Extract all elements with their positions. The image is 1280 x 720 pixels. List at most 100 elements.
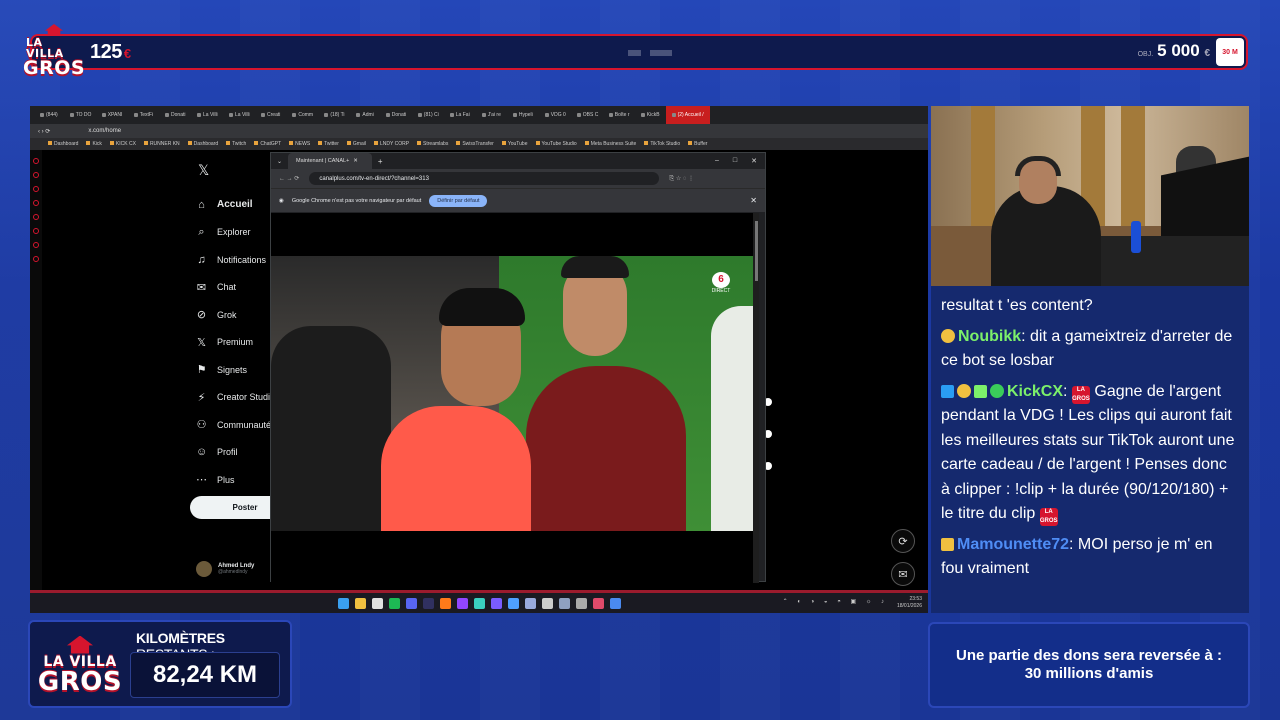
app-icon[interactable]	[371, 597, 383, 609]
live-video[interactable]: 6 DIRECT	[271, 256, 759, 531]
browser-tab[interactable]: La Villi	[191, 112, 223, 118]
browser-tab[interactable]: Comm	[286, 112, 318, 118]
bookmark-item[interactable]: Gmail	[346, 141, 366, 147]
scrollbar[interactable]	[753, 213, 759, 583]
windows-start-icon[interactable]	[337, 597, 349, 609]
settings-icon[interactable]	[575, 597, 587, 609]
bookmark-icon: ⚑	[196, 364, 207, 377]
browser-tab[interactable]: XPANI	[96, 112, 128, 118]
popup-tab[interactable]: Maintenant | CANAL+ ✕	[288, 153, 372, 169]
favicon-icon	[544, 113, 549, 117]
bookmark-item[interactable]: Buffer	[688, 141, 707, 147]
bookmark-item[interactable]: KICK CX	[109, 141, 136, 147]
browser-tab[interactable]: Donati	[159, 112, 191, 118]
system-tray[interactable]: ⌃ ◐ ◑ ◒ ◓ ▣ ☼ ♪	[783, 598, 888, 605]
favicon-icon	[640, 113, 645, 117]
browser-tab[interactable]: (844)	[34, 112, 64, 118]
bookmark-icon	[187, 141, 192, 145]
bookmark-item[interactable]: RUNNER KN	[143, 141, 180, 147]
browser-tab[interactable]: OBS C	[571, 112, 603, 118]
browser-tab[interactable]: Boîte r	[603, 112, 635, 118]
browser-tab[interactable]: KickB	[635, 112, 666, 118]
refresh-icon[interactable]: ⟳	[891, 529, 915, 553]
browser-tab[interactable]: Admi	[350, 112, 379, 118]
favicon-icon	[261, 113, 266, 117]
bookmark-icon	[501, 141, 506, 145]
browser-tab[interactable]: Hypeli	[507, 112, 539, 118]
bookmark-item[interactable]: TikTok Studio	[644, 141, 680, 147]
set-default-button[interactable]: Définir par défaut	[429, 194, 488, 207]
avatar	[196, 561, 212, 577]
browser-tab[interactable]: VDG 0	[539, 112, 571, 118]
bookmark-item[interactable]: Dashboard	[48, 141, 78, 147]
webcam	[931, 106, 1249, 286]
bookmark-item[interactable]: Dashboard	[187, 141, 218, 147]
chat-message: Mamounette72: MOI perso je m' en fou vra…	[941, 535, 1213, 577]
browser-tab[interactable]: La Villi	[223, 112, 255, 118]
bookmark-item[interactable]: Meta Business Suite	[584, 141, 636, 147]
browser-tab[interactable]: (18) Ti	[318, 112, 350, 118]
bookmarks-bar: Dashboard Kick KICK CX RUNNER KN Dashboard Tw…	[30, 138, 928, 150]
discord-icon[interactable]	[405, 597, 417, 609]
chrome-icon[interactable]	[609, 597, 621, 609]
app-icon-7[interactable]	[592, 597, 604, 609]
clock[interactable]: 23:53 18/01/2026	[897, 596, 922, 609]
profile-icon: ☺	[196, 446, 208, 459]
bookmark-item[interactable]: NEWS	[289, 141, 310, 147]
favicon-icon	[40, 113, 44, 117]
bookmark-icon	[373, 141, 378, 145]
chrome-icon: ◉	[279, 197, 284, 204]
popup-address-bar[interactable]: ← → ⟳ canalplus.com/tv-en-direct/?channe…	[271, 169, 765, 188]
house-icon	[67, 635, 93, 654]
bookmark-item[interactable]: SwissTransfer	[456, 141, 494, 147]
folder-icon[interactable]	[354, 597, 366, 609]
app-icon-5[interactable]	[524, 597, 536, 609]
donation-progress-bar: 125 € OBJ. 5 000 € 30 M	[30, 34, 1248, 70]
house-icon	[45, 24, 63, 36]
browser-tab[interactable]: TextFi	[128, 112, 159, 118]
browser-tab[interactable]: TO DO	[64, 112, 96, 118]
bookmark-item[interactable]: Kick	[86, 141, 102, 147]
bookmark-item[interactable]: Streamlabs	[417, 141, 448, 147]
bookmark-item[interactable]: LNDY CORP	[373, 141, 409, 147]
bookmark-item[interactable]: Twitter	[318, 141, 339, 147]
obs-icon[interactable]	[422, 597, 434, 609]
crown-badge-icon	[941, 537, 954, 551]
bookmark-icon	[346, 141, 351, 145]
browser-tab[interactable]: La Fai	[444, 112, 476, 118]
bookmark-item[interactable]: Twitch	[226, 141, 246, 147]
mail-icon[interactable]: ✉	[891, 562, 915, 586]
close-icon: ✕	[751, 158, 757, 165]
x-premium-icon: 𝕏	[197, 336, 206, 349]
community-icon: ⚇	[196, 419, 207, 432]
browser-tab[interactable]: Donati	[380, 112, 412, 118]
grok-icon: ⊘	[196, 309, 207, 322]
chat-message: Noubikk: dit a gameixtreiz d'arreter de …	[941, 327, 1233, 369]
firefox-icon[interactable]	[439, 597, 451, 609]
steam-icon[interactable]	[558, 597, 570, 609]
bookmark-icon	[48, 141, 52, 145]
bookmark-item[interactable]: YouTube Studio	[535, 141, 577, 147]
bookmark-item[interactable]: YouTube	[501, 141, 528, 147]
default-browser-infobar: ◉ Google Chrome n'est pas votre navigate…	[271, 188, 765, 212]
app-icon-4[interactable]	[507, 597, 519, 609]
browser-tab[interactable]: Creati	[255, 112, 286, 118]
app-icon-2[interactable]	[473, 597, 485, 609]
window-controls[interactable]: – □ ✕	[715, 157, 765, 165]
app-icon-6[interactable]	[541, 597, 553, 609]
km-value: 82,24 KM	[130, 652, 280, 698]
video-area[interactable]: 6 DIRECT	[271, 213, 759, 583]
spotify-icon[interactable]	[388, 597, 400, 609]
app-icon-3[interactable]	[490, 597, 502, 609]
browser-tab[interactable]: J'ai re	[476, 112, 507, 118]
twitch-icon[interactable]	[456, 597, 468, 609]
browser-tab[interactable]: (81) Ci	[412, 112, 444, 118]
browser-tab[interactable]: (2) Accueil /	[665, 106, 710, 124]
address-bar[interactable]: ‹ › ⟳ x.com/home	[30, 124, 928, 138]
bookmark-item[interactable]: ChatGPT	[254, 141, 281, 147]
x-user-card[interactable]: Ahmed Lndy @ahmedlndy	[196, 561, 254, 577]
close-infobar-icon[interactable]: ✕	[750, 196, 757, 205]
favicon-icon	[576, 113, 581, 117]
favicon-icon	[449, 113, 454, 117]
bookmark-icon	[86, 141, 91, 145]
